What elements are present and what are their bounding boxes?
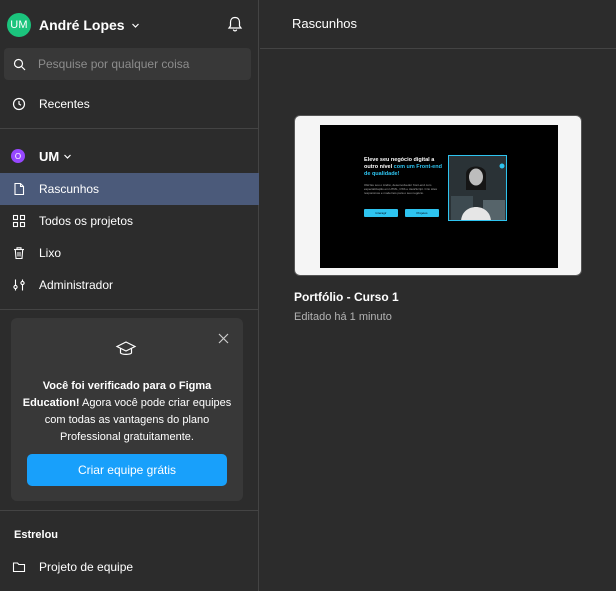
- divider: [0, 510, 259, 511]
- search-box[interactable]: [4, 48, 251, 80]
- sidebar-item-admin[interactable]: Administrador: [0, 269, 259, 301]
- folder-icon: [12, 560, 26, 574]
- main-content: Rascunhos Eleve seu negócio digital a ou…: [260, 0, 616, 591]
- sidebar-item-drafts[interactable]: Rascunhos: [0, 173, 259, 205]
- grid-icon: [12, 214, 26, 228]
- avatar: UM: [7, 13, 31, 37]
- clock-icon: [12, 97, 26, 111]
- thumbnail-portrait-photo: [448, 155, 507, 221]
- sidebar-item-label: Lixo: [39, 246, 62, 260]
- file-thumbnail: Eleve seu negócio digital a outro nível …: [320, 125, 558, 268]
- divider: [260, 48, 616, 49]
- notifications-bell-icon[interactable]: [226, 15, 244, 33]
- sidebar-item-all-projects[interactable]: Todos os projetos: [0, 205, 259, 237]
- education-promo-card: Você foi verificado para o Figma Educati…: [11, 318, 243, 501]
- sidebar-item-team-project[interactable]: Projeto de equipe: [0, 551, 259, 583]
- team-name: UM: [39, 148, 60, 164]
- sidebar-item-recent[interactable]: Recentes: [0, 88, 259, 120]
- sidebar-item-label: Projeto de equipe: [39, 560, 134, 574]
- sidebar-item-label: Administrador: [39, 278, 114, 292]
- starred-section-label: Estrelou: [14, 529, 59, 541]
- search-icon: [13, 58, 26, 71]
- file-icon: [12, 182, 26, 196]
- sidebar-item-label: Recentes: [39, 97, 90, 111]
- sliders-icon: [12, 278, 26, 292]
- promo-text: Você foi verificado para o Figma Educati…: [21, 378, 233, 446]
- thumbnail-body-text: Olá! Eu sou o André, desenvolvedor front…: [364, 183, 438, 195]
- file-edited-time: Editado há 1 minuto: [294, 311, 392, 323]
- team-switcher[interactable]: O UM: [11, 147, 72, 165]
- page-title: Rascunhos: [292, 16, 358, 31]
- divider: [0, 309, 259, 310]
- trash-icon: [12, 246, 26, 260]
- sidebar-item-label: Rascunhos: [39, 182, 100, 196]
- divider: [0, 128, 259, 129]
- team-badge: O: [11, 149, 25, 163]
- user-name: André Lopes: [39, 17, 125, 33]
- thumbnail-button-primary: Interagir: [364, 209, 398, 217]
- thumbnail-button-secondary: Projetos: [405, 209, 439, 217]
- search-input[interactable]: [38, 57, 238, 71]
- chevron-down-icon: [131, 21, 140, 30]
- chevron-down-icon: [63, 152, 72, 161]
- create-team-button[interactable]: Criar equipe grátis: [27, 454, 227, 486]
- sidebar-item-trash[interactable]: Lixo: [0, 237, 259, 269]
- graduation-cap-icon: [115, 340, 137, 358]
- sidebar-item-label: Todos os projetos: [39, 214, 134, 228]
- close-icon[interactable]: [218, 331, 229, 344]
- thumbnail-headline: Eleve seu negócio digital a outro nível …: [364, 157, 442, 177]
- file-name[interactable]: Portfólio - Curso 1: [294, 290, 399, 304]
- file-card[interactable]: Eleve seu negócio digital a outro nível …: [294, 115, 582, 276]
- account-switcher[interactable]: UM André Lopes: [7, 12, 140, 38]
- sidebar: UM André Lopes Recentes O UM Rascunhos: [0, 0, 259, 591]
